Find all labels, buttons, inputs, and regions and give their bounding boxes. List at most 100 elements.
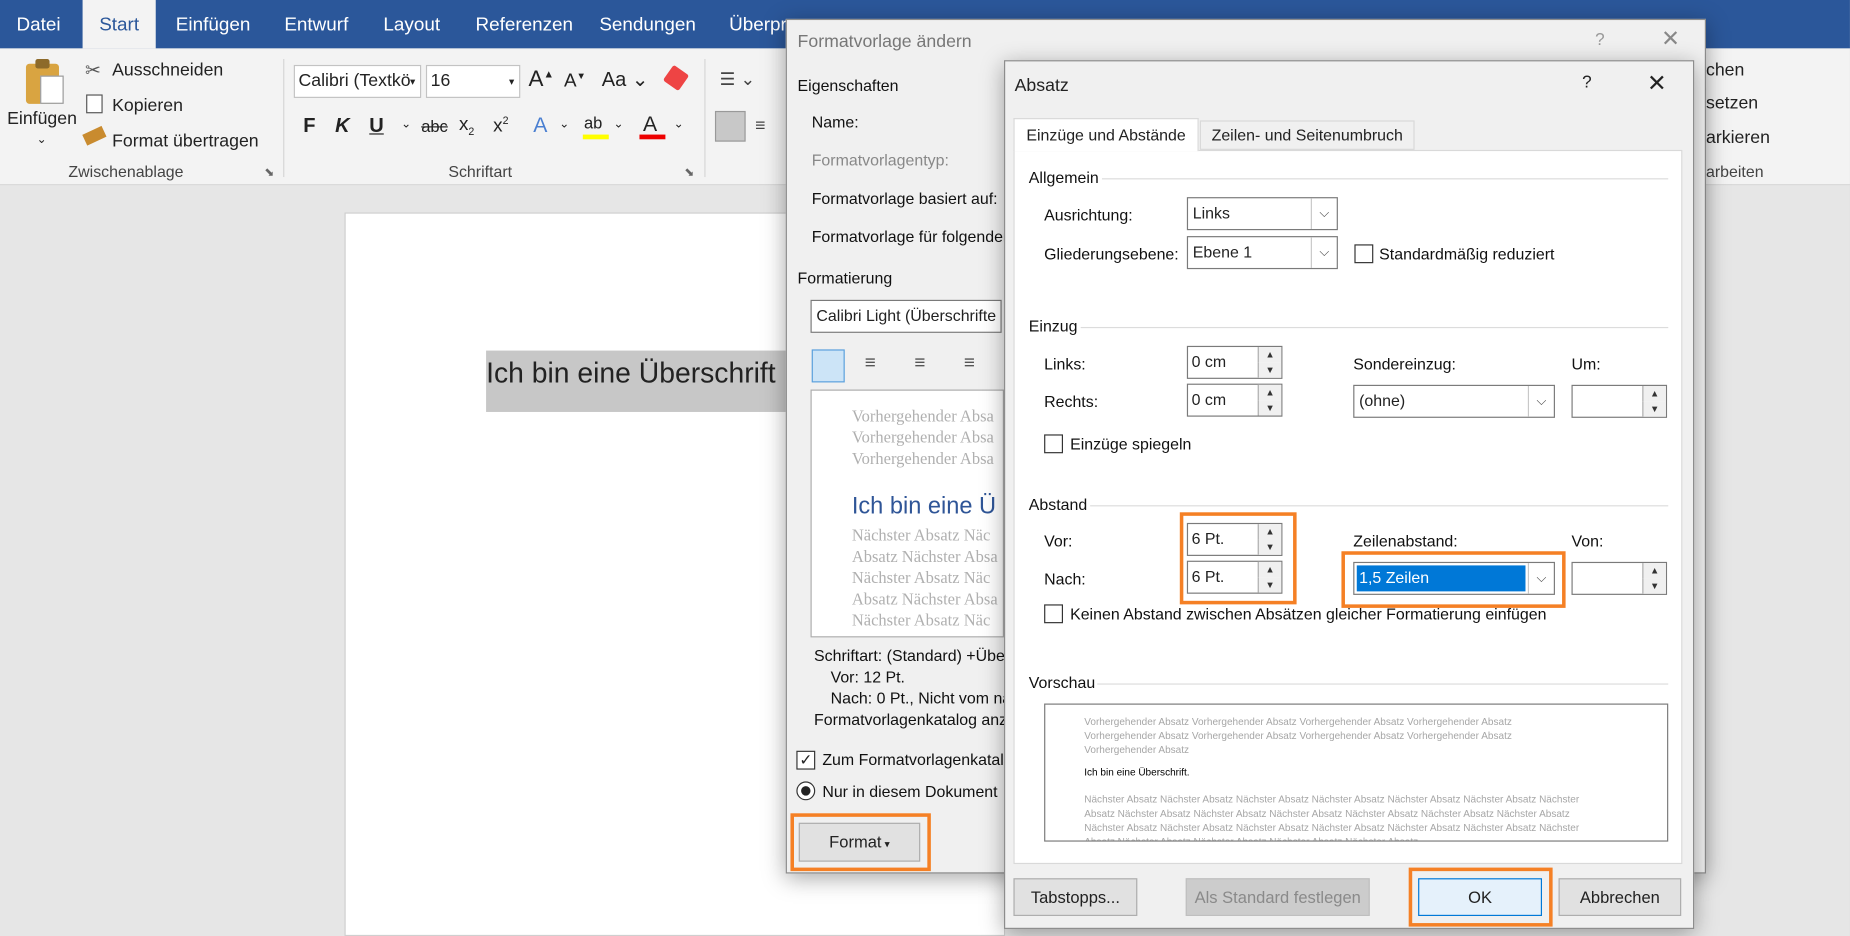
- spin-down-icon[interactable]: ▼: [1257, 577, 1282, 593]
- paste-chevron-icon[interactable]: ⌄: [37, 133, 47, 146]
- paragraph-preview-box: Vorhergehender Absatz Vorhergehender Abs…: [1044, 703, 1669, 842]
- cancel-button[interactable]: Abbrechen: [1558, 878, 1682, 916]
- tab-referenzen[interactable]: Referenzen: [459, 0, 590, 48]
- format-button[interactable]: Format ▾: [798, 822, 921, 862]
- underline-chevron-icon[interactable]: ⌄: [401, 118, 411, 131]
- spacing-section-label: Abstand: [1028, 495, 1088, 514]
- tab-layout[interactable]: Layout: [367, 0, 457, 48]
- spin-up-icon[interactable]: ▲: [1642, 385, 1666, 402]
- paste-button[interactable]: Einfügen: [7, 109, 77, 129]
- subscript-icon[interactable]: x2: [459, 114, 474, 137]
- style-preview-next: Nächster Absatz Näc: [851, 570, 991, 588]
- style-preview-prev: Vorhergehender Absa: [851, 450, 994, 469]
- line-spacing-at-spinner[interactable]: ▲ ▼: [1571, 561, 1668, 595]
- ribbon-right-item[interactable]: chen: [1706, 60, 1744, 80]
- tabs-button[interactable]: Tabstopps...: [1013, 878, 1138, 916]
- outline-level-combo[interactable]: Ebene 1 ⌵: [1186, 236, 1338, 270]
- underline-icon[interactable]: U: [369, 114, 383, 138]
- style-preview-box: Vorhergehender Absa Vorhergehender Absa …: [810, 389, 1005, 638]
- indent-by-spinner[interactable]: ▲ ▼: [1571, 384, 1668, 418]
- mirror-indents-checkbox[interactable]: [1044, 434, 1063, 454]
- paste-icon[interactable]: [21, 59, 66, 106]
- alignment-combo[interactable]: Links ⌵: [1186, 197, 1338, 231]
- tab-indents-spacing[interactable]: Einzüge und Abstände: [1013, 118, 1199, 152]
- help-icon[interactable]: ?: [1595, 31, 1605, 50]
- selected-heading[interactable]: Ich bin eine Überschrift: [486, 350, 793, 412]
- text-effects-icon[interactable]: A: [533, 113, 547, 138]
- superscript-icon[interactable]: x2: [493, 114, 508, 137]
- font-size-combo[interactable]: 16 ▾: [425, 64, 521, 98]
- style-justify-icon[interactable]: ≡: [964, 353, 975, 374]
- tab-line-page-breaks[interactable]: Zeilen- und Seitenumbruch: [1199, 120, 1415, 150]
- collapsed-checkbox[interactable]: [1354, 244, 1374, 264]
- add-to-gallery-checkbox[interactable]: ✓: [796, 750, 816, 770]
- tab-datei[interactable]: Datei: [0, 0, 77, 48]
- no-space-same-style-label: Keinen Abstand zwischen Absätzen gleiche…: [1070, 605, 1547, 624]
- name-label: Name:: [811, 113, 859, 132]
- center-icon[interactable]: ≡: [755, 116, 765, 136]
- style-align-left-icon[interactable]: [811, 349, 845, 383]
- spin-down-icon[interactable]: ▼: [1642, 578, 1666, 594]
- chevron-down-icon: ⌵: [1310, 198, 1337, 229]
- spin-up-icon[interactable]: ▲: [1257, 561, 1282, 578]
- highlight-icon[interactable]: ab: [584, 113, 602, 132]
- italic-icon[interactable]: K: [335, 114, 349, 138]
- shrink-font-icon[interactable]: A▼: [564, 71, 586, 93]
- tab-einfuegen[interactable]: Einfügen: [159, 0, 267, 48]
- paragraph-help-icon[interactable]: ?: [1582, 73, 1592, 92]
- only-doc-radio[interactable]: [796, 781, 816, 801]
- change-case-icon[interactable]: Aa ⌄: [602, 68, 649, 92]
- font-name-combo[interactable]: Calibri (Textkö ▾: [293, 64, 422, 98]
- font-launcher-icon[interactable]: ⬊: [684, 166, 694, 179]
- font-color-icon[interactable]: A: [643, 112, 657, 137]
- align-left-icon[interactable]: [714, 110, 746, 142]
- tab-sendungen[interactable]: Sendungen: [583, 0, 713, 48]
- tab-start[interactable]: Start: [82, 0, 156, 49]
- ribbon-right-item[interactable]: setzen: [1706, 93, 1758, 113]
- highlight-chevron-icon[interactable]: ⌄: [613, 118, 623, 131]
- format-painter-button[interactable]: Format übertragen: [112, 131, 259, 151]
- special-indent-combo[interactable]: (ohne) ⌵: [1353, 384, 1555, 418]
- ok-button[interactable]: OK: [1418, 878, 1542, 916]
- style-description-line: Vor: 12 Pt.: [830, 668, 905, 686]
- font-color-chevron-icon[interactable]: ⌄: [674, 118, 684, 131]
- cut-button[interactable]: Ausschneiden: [112, 60, 223, 80]
- ribbon-right-item[interactable]: arkieren: [1706, 127, 1770, 147]
- style-align-right-icon[interactable]: ≡: [914, 353, 925, 374]
- space-after-spinner[interactable]: 6 Pt. ▲ ▼: [1186, 560, 1283, 594]
- indent-left-spinner[interactable]: 0 cm ▲ ▼: [1186, 345, 1283, 379]
- chevron-down-icon: ⌵: [1310, 237, 1337, 268]
- spin-down-icon[interactable]: ▼: [1257, 362, 1282, 378]
- indent-left-label: Links:: [1044, 355, 1086, 374]
- close-icon[interactable]: ✕: [1661, 26, 1680, 53]
- tab-entwurf[interactable]: Entwurf: [268, 0, 365, 48]
- paragraph-close-icon[interactable]: ✕: [1647, 68, 1667, 98]
- clipboard-launcher-icon[interactable]: ⬊: [264, 166, 274, 179]
- line-spacing-combo[interactable]: 1,5 Zeilen ⌵: [1353, 561, 1555, 595]
- spin-up-icon[interactable]: ▲: [1642, 563, 1666, 579]
- bold-icon[interactable]: F: [303, 114, 315, 138]
- style-align-center-icon[interactable]: ≡: [865, 353, 876, 374]
- style-preview-heading: Ich bin eine Ü: [851, 493, 997, 520]
- indent-right-spinner[interactable]: 0 cm ▲ ▼: [1186, 383, 1283, 417]
- ribbon-separator: [283, 59, 285, 178]
- grow-font-icon[interactable]: A▲: [529, 67, 554, 93]
- spin-up-icon[interactable]: ▲: [1257, 524, 1282, 540]
- copy-button[interactable]: Kopieren: [112, 96, 183, 116]
- spin-down-icon[interactable]: ▼: [1642, 401, 1666, 417]
- bullets-icon[interactable]: ☰ ⌄: [720, 68, 756, 90]
- style-font-combo[interactable]: Calibri Light (Überschrifte: [810, 299, 1002, 333]
- spin-up-icon[interactable]: ▲: [1257, 347, 1282, 363]
- line-spacing-value: 1,5 Zeilen: [1356, 565, 1526, 592]
- line-spacing-label: Zeilenabstand:: [1353, 532, 1458, 551]
- spin-down-icon[interactable]: ▼: [1257, 400, 1282, 416]
- font-name-value: Calibri (Textkö: [298, 70, 411, 91]
- strikethrough-icon[interactable]: abc: [421, 117, 448, 136]
- space-before-spinner[interactable]: 6 Pt. ▲ ▼: [1186, 522, 1283, 556]
- no-space-same-style-checkbox[interactable]: [1044, 604, 1063, 624]
- text-effects-chevron-icon[interactable]: ⌄: [559, 118, 569, 131]
- divider: [1097, 683, 1669, 685]
- set-default-button[interactable]: Als Standard festlegen: [1185, 878, 1370, 916]
- spin-up-icon[interactable]: ▲: [1257, 384, 1282, 401]
- spin-down-icon[interactable]: ▼: [1257, 539, 1282, 555]
